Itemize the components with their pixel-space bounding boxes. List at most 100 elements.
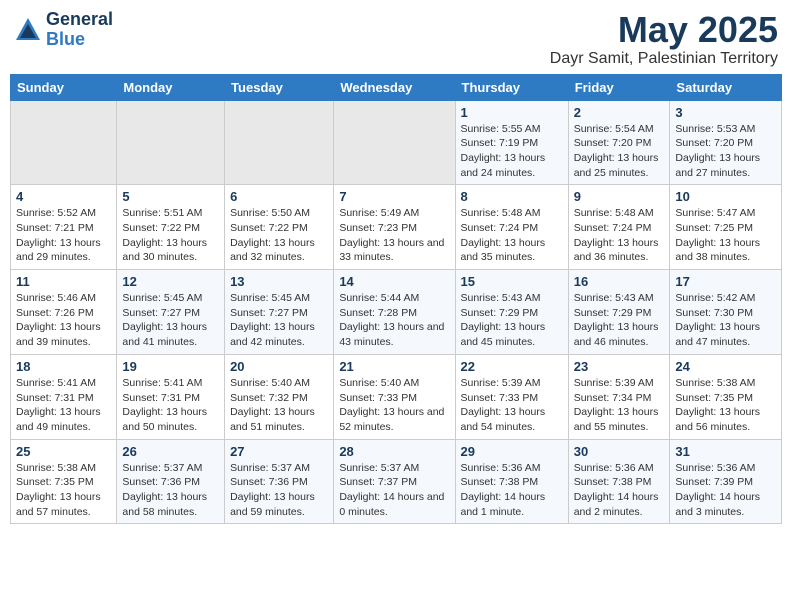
header-cell-saturday: Saturday	[670, 74, 782, 100]
day-info: Sunrise: 5:39 AMSunset: 7:33 PMDaylight:…	[461, 376, 563, 435]
day-number: 23	[574, 359, 665, 374]
day-cell: 15 Sunrise: 5:43 AMSunset: 7:29 PMDayligh…	[455, 270, 568, 355]
day-number: 24	[675, 359, 776, 374]
day-number: 13	[230, 274, 328, 289]
day-info: Sunrise: 5:54 AMSunset: 7:20 PMDaylight:…	[574, 122, 665, 181]
day-number: 4	[16, 189, 111, 204]
day-cell: 24 Sunrise: 5:38 AMSunset: 7:35 PMDayligh…	[670, 354, 782, 439]
day-number: 12	[122, 274, 219, 289]
day-number: 5	[122, 189, 219, 204]
day-cell: 29 Sunrise: 5:36 AMSunset: 7:38 PMDayligh…	[455, 439, 568, 524]
header-cell-friday: Friday	[568, 74, 670, 100]
header: General Blue May 2025 Dayr Samit, Palest…	[10, 10, 782, 68]
day-cell: 26 Sunrise: 5:37 AMSunset: 7:36 PMDayligh…	[117, 439, 225, 524]
day-cell: 11 Sunrise: 5:46 AMSunset: 7:26 PMDayligh…	[11, 270, 117, 355]
header-cell-wednesday: Wednesday	[334, 74, 455, 100]
day-number: 17	[675, 274, 776, 289]
day-info: Sunrise: 5:45 AMSunset: 7:27 PMDaylight:…	[122, 291, 219, 350]
logo-icon	[14, 16, 42, 44]
day-cell: 14 Sunrise: 5:44 AMSunset: 7:28 PMDayligh…	[334, 270, 455, 355]
header-cell-sunday: Sunday	[11, 74, 117, 100]
day-number: 19	[122, 359, 219, 374]
day-number: 18	[16, 359, 111, 374]
day-number: 30	[574, 444, 665, 459]
day-number: 28	[339, 444, 449, 459]
header-row: SundayMondayTuesdayWednesdayThursdayFrid…	[11, 74, 782, 100]
day-info: Sunrise: 5:41 AMSunset: 7:31 PMDaylight:…	[16, 376, 111, 435]
day-info: Sunrise: 5:44 AMSunset: 7:28 PMDaylight:…	[339, 291, 449, 350]
day-info: Sunrise: 5:46 AMSunset: 7:26 PMDaylight:…	[16, 291, 111, 350]
day-number: 27	[230, 444, 328, 459]
day-cell: 5Sunrise: 5:51 AMSunset: 7:22 PMDaylight…	[117, 185, 225, 270]
day-number: 26	[122, 444, 219, 459]
day-info: Sunrise: 5:45 AMSunset: 7:27 PMDaylight:…	[230, 291, 328, 350]
day-cell: 22 Sunrise: 5:39 AMSunset: 7:33 PMDayligh…	[455, 354, 568, 439]
day-info: Sunrise: 5:55 AMSunset: 7:19 PMDaylight:…	[461, 122, 563, 181]
page-title: May 2025	[550, 10, 778, 50]
day-cell: 12 Sunrise: 5:45 AMSunset: 7:27 PMDayligh…	[117, 270, 225, 355]
day-cell: 31 Sunrise: 5:36 AMSunset: 7:39 PMDayligh…	[670, 439, 782, 524]
day-cell	[225, 100, 334, 185]
day-info: Sunrise: 5:53 AMSunset: 7:20 PMDaylight:…	[675, 122, 776, 181]
day-cell: 2 Sunrise: 5:54 AMSunset: 7:20 PMDaylight…	[568, 100, 670, 185]
day-cell: 17Sunrise: 5:42 AMSunset: 7:30 PMDayligh…	[670, 270, 782, 355]
day-cell: 8Sunrise: 5:48 AMSunset: 7:24 PMDaylight…	[455, 185, 568, 270]
day-number: 29	[461, 444, 563, 459]
day-info: Sunrise: 5:43 AMSunset: 7:29 PMDaylight:…	[461, 291, 563, 350]
header-cell-tuesday: Tuesday	[225, 74, 334, 100]
day-cell: 23Sunrise: 5:39 AMSunset: 7:34 PMDayligh…	[568, 354, 670, 439]
day-cell: 28Sunrise: 5:37 AMSunset: 7:37 PMDayligh…	[334, 439, 455, 524]
day-cell: 30 Sunrise: 5:36 AMSunset: 7:38 PMDayligh…	[568, 439, 670, 524]
day-number: 2	[574, 105, 665, 120]
week-row-2: 11 Sunrise: 5:46 AMSunset: 7:26 PMDayligh…	[11, 270, 782, 355]
day-info: Sunrise: 5:36 AMSunset: 7:39 PMDaylight:…	[675, 461, 776, 520]
week-row-1: 4 Sunrise: 5:52 AMSunset: 7:21 PMDaylight…	[11, 185, 782, 270]
day-cell	[11, 100, 117, 185]
day-info: Sunrise: 5:49 AMSunset: 7:23 PMDaylight:…	[339, 206, 449, 265]
week-row-4: 25Sunrise: 5:38 AMSunset: 7:35 PMDayligh…	[11, 439, 782, 524]
day-cell	[334, 100, 455, 185]
day-info: Sunrise: 5:40 AMSunset: 7:33 PMDaylight:…	[339, 376, 449, 435]
day-cell: 20Sunrise: 5:40 AMSunset: 7:32 PMDayligh…	[225, 354, 334, 439]
day-number: 10	[675, 189, 776, 204]
page-subtitle: Dayr Samit, Palestinian Territory	[550, 50, 778, 68]
header-cell-monday: Monday	[117, 74, 225, 100]
day-info: Sunrise: 5:36 AMSunset: 7:38 PMDaylight:…	[461, 461, 563, 520]
day-cell	[117, 100, 225, 185]
day-number: 9	[574, 189, 665, 204]
title-area: May 2025 Dayr Samit, Palestinian Territo…	[550, 10, 778, 68]
day-info: Sunrise: 5:38 AMSunset: 7:35 PMDaylight:…	[675, 376, 776, 435]
logo-line1: General	[46, 10, 113, 30]
day-number: 15	[461, 274, 563, 289]
day-number: 22	[461, 359, 563, 374]
day-info: Sunrise: 5:37 AMSunset: 7:36 PMDaylight:…	[230, 461, 328, 520]
day-cell: 18 Sunrise: 5:41 AMSunset: 7:31 PMDayligh…	[11, 354, 117, 439]
logo: General Blue	[14, 10, 113, 50]
day-info: Sunrise: 5:36 AMSunset: 7:38 PMDaylight:…	[574, 461, 665, 520]
day-info: Sunrise: 5:52 AMSunset: 7:21 PMDaylight:…	[16, 206, 111, 265]
day-info: Sunrise: 5:37 AMSunset: 7:36 PMDaylight:…	[122, 461, 219, 520]
day-number: 16	[574, 274, 665, 289]
day-cell: 21 Sunrise: 5:40 AMSunset: 7:33 PMDayligh…	[334, 354, 455, 439]
day-number: 11	[16, 274, 111, 289]
day-cell: 16 Sunrise: 5:43 AMSunset: 7:29 PMDayligh…	[568, 270, 670, 355]
day-cell: 7 Sunrise: 5:49 AMSunset: 7:23 PMDaylight…	[334, 185, 455, 270]
day-number: 7	[339, 189, 449, 204]
day-cell: 13 Sunrise: 5:45 AMSunset: 7:27 PMDayligh…	[225, 270, 334, 355]
day-number: 14	[339, 274, 449, 289]
day-number: 31	[675, 444, 776, 459]
day-cell: 3 Sunrise: 5:53 AMSunset: 7:20 PMDaylight…	[670, 100, 782, 185]
calendar-table: SundayMondayTuesdayWednesdayThursdayFrid…	[10, 74, 782, 525]
day-info: Sunrise: 5:43 AMSunset: 7:29 PMDaylight:…	[574, 291, 665, 350]
week-row-3: 18 Sunrise: 5:41 AMSunset: 7:31 PMDayligh…	[11, 354, 782, 439]
day-cell: 27 Sunrise: 5:37 AMSunset: 7:36 PMDayligh…	[225, 439, 334, 524]
day-number: 21	[339, 359, 449, 374]
day-info: Sunrise: 5:47 AMSunset: 7:25 PMDaylight:…	[675, 206, 776, 265]
day-cell: 25Sunrise: 5:38 AMSunset: 7:35 PMDayligh…	[11, 439, 117, 524]
day-number: 3	[675, 105, 776, 120]
day-cell: 19Sunrise: 5:41 AMSunset: 7:31 PMDayligh…	[117, 354, 225, 439]
day-cell: 4 Sunrise: 5:52 AMSunset: 7:21 PMDaylight…	[11, 185, 117, 270]
day-cell: 10 Sunrise: 5:47 AMSunset: 7:25 PMDayligh…	[670, 185, 782, 270]
day-info: Sunrise: 5:50 AMSunset: 7:22 PMDaylight:…	[230, 206, 328, 265]
logo-text: General Blue	[46, 10, 113, 50]
